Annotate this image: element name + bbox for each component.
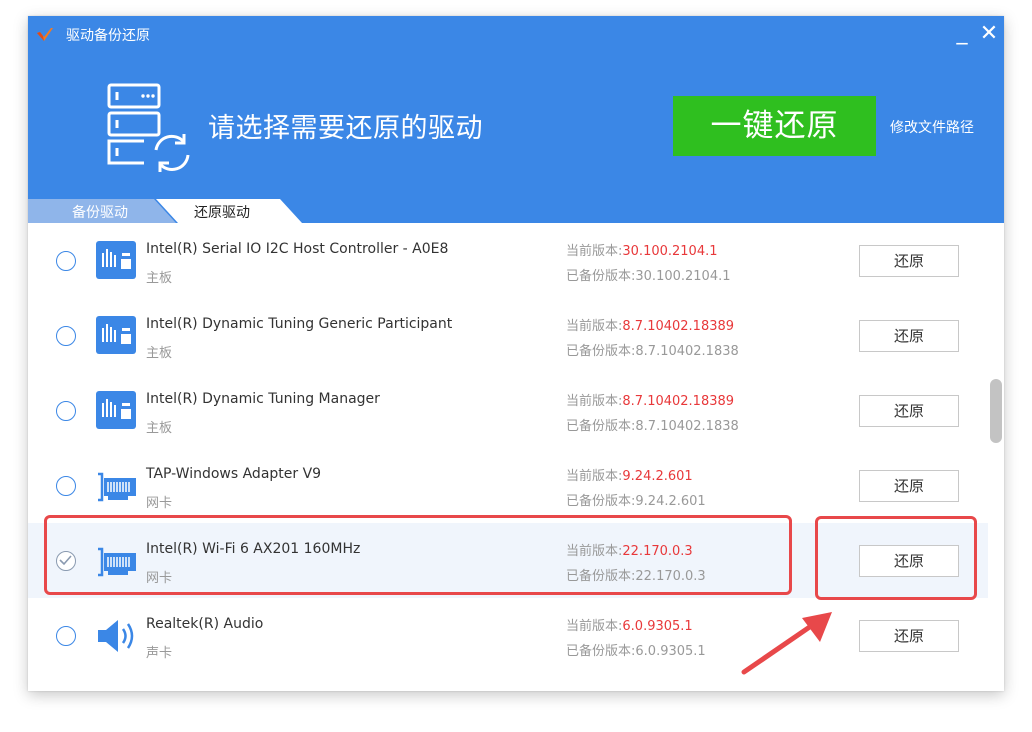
restore-button[interactable]: 还原 — [859, 470, 959, 502]
server-restore-icon — [107, 83, 190, 172]
header: 驱动备份还原 _ ✕ 请选择需要还原的驱动 一键还原 修改文件路径 备份驱动 还… — [28, 16, 1004, 223]
motherboard-icon — [96, 241, 136, 279]
current-version-label: 当前版本: — [566, 394, 623, 409]
current-version: 当前版本:8.7.10402.18389 — [566, 390, 734, 409]
speaker-icon — [98, 620, 134, 652]
current-version-label: 当前版本: — [566, 469, 623, 484]
driver-type: 主板 — [146, 346, 173, 361]
driver-type: 声卡 — [146, 646, 173, 661]
current-version: 当前版本:9.24.2.601 — [566, 465, 693, 484]
driver-name: TAP-Windows Adapter V9 — [146, 466, 322, 482]
list-scrollbar[interactable] — [990, 379, 1002, 443]
motherboard-icon — [96, 316, 136, 354]
row-radio[interactable] — [56, 251, 76, 271]
restore-button[interactable]: 还原 — [859, 245, 959, 277]
driver-name: Intel(R) Dynamic Tuning Generic Particip… — [146, 316, 453, 332]
backup-version: 已备份版本:9.24.2.601 — [566, 490, 706, 509]
driver-list: Intel(R) Serial IO I2C Host Controller -… — [28, 223, 1004, 691]
backup-version-label: 已备份版本: — [566, 344, 636, 359]
current-version: 当前版本:30.100.2104.1 — [566, 240, 718, 259]
row-radio[interactable] — [56, 476, 76, 496]
tab-restore-drivers[interactable]: 还原驱动 — [156, 199, 302, 223]
current-version-value: 6.0.9305.1 — [622, 619, 693, 634]
page-headline: 请选择需要还原的驱动 — [208, 113, 483, 144]
modify-path-link[interactable]: 修改文件路径 — [890, 117, 974, 137]
driver-row[interactable]: Intel(R) Serial IO I2C Host Controller -… — [28, 223, 988, 298]
driver-row[interactable]: Realtek(R) Audio 声卡 当前版本:6.0.9305.1 已备份版… — [28, 598, 988, 673]
row-radio[interactable] — [56, 626, 76, 646]
close-button[interactable]: ✕ — [978, 22, 1000, 46]
driver-backup-window: 驱动备份还原 _ ✕ 请选择需要还原的驱动 一键还原 修改文件路径 备份驱动 还… — [28, 16, 1004, 691]
driver-row[interactable]: Intel(R) Dynamic Tuning Manager 主板 当前版本:… — [28, 373, 988, 448]
current-version-value: 8.7.10402.18389 — [622, 319, 735, 334]
current-version-label: 当前版本: — [566, 244, 623, 259]
backup-version: 已备份版本:8.7.10402.1838 — [566, 340, 739, 359]
backup-version-label: 已备份版本: — [566, 419, 636, 434]
backup-version-value: 8.7.10402.1838 — [635, 344, 739, 359]
backup-version-label: 已备份版本: — [566, 494, 636, 509]
driver-row[interactable]: Intel(R) Dynamic Tuning Generic Particip… — [28, 298, 988, 373]
tab-backup-label: 备份驱动 — [72, 205, 128, 221]
driver-type: 主板 — [146, 271, 173, 286]
restore-button[interactable]: 还原 — [859, 620, 959, 652]
driver-name: Intel(R) Dynamic Tuning Manager — [146, 391, 380, 407]
tab-backup-drivers[interactable]: 备份驱动 — [28, 199, 176, 223]
app-title: 驱动备份还原 — [66, 28, 150, 44]
minimize-button[interactable]: _ — [952, 22, 972, 46]
highlight-box-button — [815, 516, 977, 600]
row-radio[interactable] — [56, 401, 76, 421]
driver-name: Intel(R) Serial IO I2C Host Controller -… — [146, 241, 449, 257]
current-version: 当前版本:6.0.9305.1 — [566, 615, 693, 634]
current-version-value: 9.24.2.601 — [622, 469, 693, 484]
current-version-label: 当前版本: — [566, 319, 623, 334]
current-version-value: 30.100.2104.1 — [622, 244, 718, 259]
driver-row[interactable]: TAP-Windows Adapter V9 网卡 当前版本:9.24.2.60… — [28, 448, 988, 523]
highlight-box-row — [44, 515, 792, 595]
backup-version: 已备份版本:6.0.9305.1 — [566, 640, 706, 659]
backup-version: 已备份版本:30.100.2104.1 — [566, 265, 731, 284]
network-card-icon — [98, 472, 136, 502]
backup-version-value: 30.100.2104.1 — [635, 269, 731, 284]
driver-type: 主板 — [146, 421, 173, 436]
app-logo-icon — [37, 28, 53, 41]
current-version-label: 当前版本: — [566, 619, 623, 634]
driver-name: Realtek(R) Audio — [146, 616, 264, 632]
one-click-restore-button[interactable]: 一键还原 — [673, 96, 876, 156]
current-version: 当前版本:8.7.10402.18389 — [566, 315, 734, 334]
current-version-value: 8.7.10402.18389 — [622, 394, 735, 409]
backup-version-label: 已备份版本: — [566, 269, 636, 284]
backup-version: 已备份版本:8.7.10402.1838 — [566, 415, 739, 434]
backup-version-value: 8.7.10402.1838 — [635, 419, 739, 434]
row-radio[interactable] — [56, 326, 76, 346]
backup-version-value: 6.0.9305.1 — [635, 644, 706, 659]
tab-restore-label: 还原驱动 — [194, 205, 250, 221]
backup-version-value: 9.24.2.601 — [635, 494, 706, 509]
motherboard-icon — [96, 391, 136, 429]
pointer-arrow-icon — [741, 612, 832, 675]
driver-type: 网卡 — [146, 496, 173, 511]
restore-button[interactable]: 还原 — [859, 395, 959, 427]
backup-version-label: 已备份版本: — [566, 644, 636, 659]
restore-button[interactable]: 还原 — [859, 320, 959, 352]
